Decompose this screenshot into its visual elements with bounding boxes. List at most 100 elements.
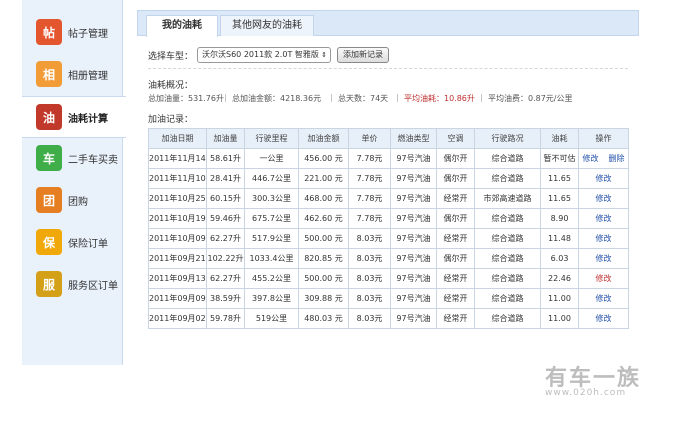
table-cell: 11.00: [540, 288, 579, 309]
sidebar-item-label: 服务区订单: [68, 280, 118, 292]
tab-others-fuel[interactable]: 其他网友的油耗: [220, 15, 314, 36]
table-cell: 500.00 元: [298, 228, 349, 249]
table-cell: 102.22升: [206, 248, 245, 269]
table-header-row: 加油日期 加油量 行驶里程 加油金额 单价 燃油类型 空调 行驶路况 油耗 操作: [148, 128, 629, 149]
edit-link[interactable]: 修改: [596, 174, 612, 183]
column-header: 行驶路况: [474, 128, 541, 149]
column-header: 操作: [578, 128, 629, 149]
vehicle-label: 选择车型：: [148, 51, 194, 62]
table-cell: 经常开: [436, 268, 475, 289]
table-cell: 28.41升: [206, 168, 245, 189]
group-buy-icon: 团: [36, 187, 62, 213]
table-cell: 2011年09月21日: [148, 248, 207, 269]
tab-my-fuel[interactable]: 我的油耗: [146, 15, 218, 37]
table-cell: 519公里: [244, 308, 299, 329]
table-cell: 97号汽油: [390, 288, 437, 309]
table-row: 2011年11月14日58.61升一公里456.00 元7.78元97号汽油偶尔…: [148, 148, 629, 169]
table-cell: 59.78升: [206, 308, 245, 329]
sidebar-item-group-buy[interactable]: 团 团购: [22, 180, 122, 220]
column-header: 单价: [348, 128, 391, 149]
sidebar-item-label: 保险订单: [68, 238, 108, 250]
edit-link[interactable]: 修改: [596, 294, 612, 303]
post-icon: 帖: [36, 19, 62, 45]
avg-consumption: 平均油耗：10.86升: [404, 94, 475, 103]
table-cell: 2011年09月13日: [148, 268, 207, 289]
table-cell: 偶尔开: [436, 208, 475, 229]
chevron-down-icon: ⇕: [321, 51, 328, 59]
table-cell: 6.03: [540, 248, 579, 269]
sidebar-item-album[interactable]: 相 相册管理: [22, 54, 122, 94]
table-cell: 2011年10月25日: [148, 188, 207, 209]
sidebar-item-posts[interactable]: 帖 帖子管理: [22, 12, 122, 52]
table-cell: 97号汽油: [390, 208, 437, 229]
table-row: 2011年09月09日38.59升397.8公里309.88 元8.03元97号…: [148, 288, 629, 309]
summary-title: 油耗概况：: [148, 81, 194, 91]
table-cell: 经常开: [436, 308, 475, 329]
table-cell: 11.00: [540, 308, 579, 329]
add-record-button[interactable]: 添加新记录: [337, 47, 390, 63]
table-cell: 2011年11月14日: [148, 148, 207, 169]
separator: |: [224, 93, 227, 102]
table-cell: 456.00 元: [298, 148, 349, 169]
table-cell: 2011年10月19日: [148, 208, 207, 229]
edit-link[interactable]: 修改: [596, 194, 612, 203]
table-row: 2011年10月25日60.15升300.3公里468.00 元7.78元97号…: [148, 188, 629, 209]
records-title: 加油记录：: [148, 115, 194, 125]
total-fuel: 总加油量：531.76升: [148, 94, 224, 103]
table-row: 2011年09月13日62.27升455.2公里500.00 元8.03元97号…: [148, 268, 629, 289]
vehicle-selected-value: 沃尔沃S60 2011款 2.0T 智雅版: [202, 50, 319, 59]
sidebar-item-insurance[interactable]: 保 保险订单: [22, 222, 122, 262]
table-cell: 7.78元: [348, 208, 391, 229]
actions-cell: 修改: [578, 168, 629, 189]
insurance-icon: 保: [36, 229, 62, 255]
edit-link[interactable]: 修改: [596, 214, 612, 223]
fuel-icon: 油: [36, 104, 62, 130]
table-cell: 446.7公里: [244, 168, 299, 189]
vehicle-row: 选择车型： 沃尔沃S60 2011款 2.0T 智雅版 ⇕ 添加新记录: [148, 47, 390, 63]
vehicle-select[interactable]: 沃尔沃S60 2011款 2.0T 智雅版 ⇕: [197, 47, 332, 63]
table-cell: 455.2公里: [244, 268, 299, 289]
actions-cell: 修改 删除: [578, 148, 629, 169]
separator: |: [330, 93, 333, 102]
service-icon: 服: [36, 271, 62, 297]
sidebar-item-service[interactable]: 服 服务区订单: [22, 264, 122, 304]
table-cell: 59.46升: [206, 208, 245, 229]
table-cell: 97号汽油: [390, 188, 437, 209]
table-cell: 综合道路: [474, 228, 541, 249]
table-cell: 820.85 元: [298, 248, 349, 269]
table-cell: 462.60 元: [298, 208, 349, 229]
sidebar-item-label: 二手车买卖: [68, 154, 118, 166]
records-table: 加油日期 加油量 行驶里程 加油金额 单价 燃油类型 空调 行驶路况 油耗 操作 2011年11月…: [148, 128, 629, 329]
sidebar-item-fuel[interactable]: 油 油耗计算: [22, 96, 126, 138]
edit-link[interactable]: 修改: [596, 234, 612, 243]
table-cell: 97号汽油: [390, 148, 437, 169]
table-cell: 8.03元: [348, 228, 391, 249]
column-header: 加油日期: [148, 128, 207, 149]
edit-link[interactable]: 修改: [583, 154, 599, 163]
table-cell: 221.00 元: [298, 168, 349, 189]
column-header: 空调: [436, 128, 475, 149]
table-cell: 经常开: [436, 188, 475, 209]
table-cell: 8.03元: [348, 268, 391, 289]
divider: [148, 68, 628, 69]
table-cell: 468.00 元: [298, 188, 349, 209]
table-cell: 11.65: [540, 168, 579, 189]
edit-link[interactable]: 修改: [596, 254, 612, 263]
column-header: 燃油类型: [390, 128, 437, 149]
sidebar-item-used-car[interactable]: 车 二手车买卖: [22, 138, 122, 178]
edit-link[interactable]: 修改: [596, 314, 612, 323]
column-header: 油耗: [540, 128, 579, 149]
edit-link[interactable]: 修改: [596, 274, 612, 283]
sidebar-item-label: 帖子管理: [68, 28, 108, 40]
delete-link[interactable]: 删除: [609, 154, 625, 163]
table-cell: 11.48: [540, 228, 579, 249]
table-cell: 97号汽油: [390, 168, 437, 189]
table-cell: 62.27升: [206, 228, 245, 249]
table-row: 2011年10月19日59.46升675.7公里462.60 元7.78元97号…: [148, 208, 629, 229]
actions-cell: 修改: [578, 228, 629, 249]
table-cell: 500.00 元: [298, 268, 349, 289]
table-cell: 22.46: [540, 268, 579, 289]
sidebar-item-label: 团购: [68, 196, 88, 208]
table-cell: 480.03 元: [298, 308, 349, 329]
table-cell: 偶尔开: [436, 168, 475, 189]
